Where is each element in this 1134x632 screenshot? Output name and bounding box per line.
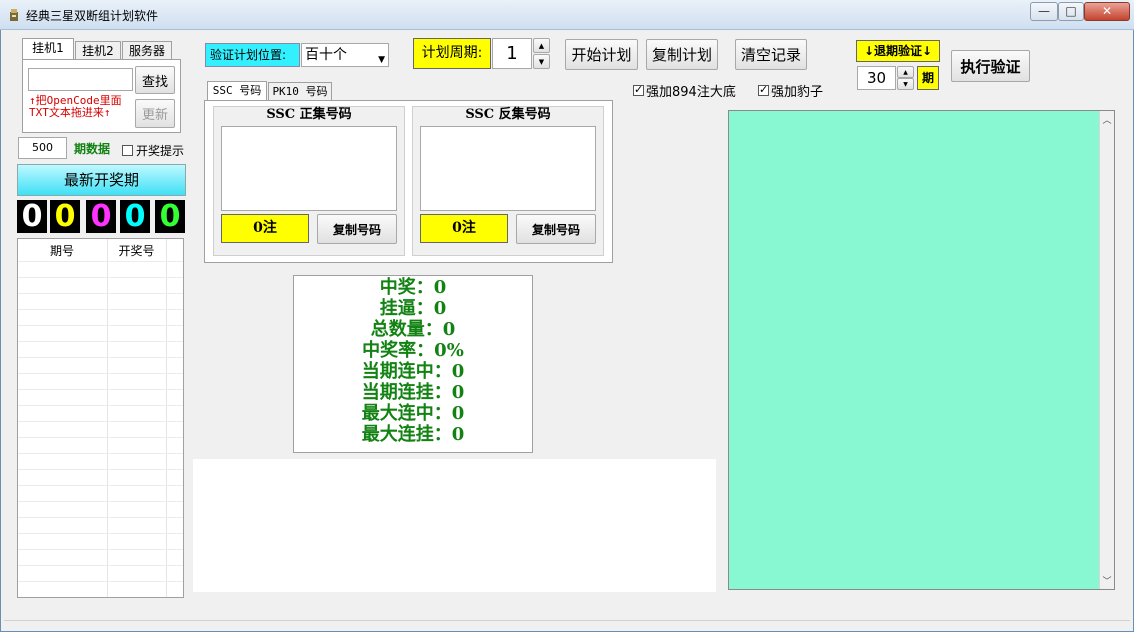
col-header-period[interactable]: 期号 [17, 240, 107, 262]
tab-hook2[interactable]: 挂机2 [75, 41, 121, 60]
result-area[interactable] [728, 110, 1115, 590]
position-label: 验证计划位置: [205, 43, 300, 67]
positive-count: 0注 [221, 214, 309, 243]
stat-win-rate: 中奖率：0% [362, 340, 464, 361]
plan-cycle-input[interactable]: 1 [492, 38, 532, 69]
draw-alert-box[interactable] [122, 145, 133, 156]
copy-positive-button[interactable]: 复制号码 [317, 214, 397, 244]
scroll-down-icon[interactable]: ﹀ [1100, 574, 1114, 587]
digit-3: 0 [86, 200, 116, 233]
negative-count: 0注 [420, 214, 508, 243]
plan-cycle-label: 计划周期: [413, 38, 491, 69]
tab-server[interactable]: 服务器 [122, 41, 172, 60]
stat-wins: 中奖：0 [379, 277, 447, 298]
app-icon [10, 9, 18, 21]
add-leopard-box[interactable] [758, 83, 769, 96]
minimize-button[interactable]: — [1030, 2, 1058, 21]
negative-numbers-box[interactable] [420, 126, 596, 211]
stat-max-win-streak: 最大连中：0 [361, 403, 465, 424]
digit-2: 0 [50, 200, 80, 233]
negative-group-title: SSC 反集号码 [465, 107, 551, 122]
clear-records-button[interactable]: 清空记录 [735, 39, 807, 70]
add-leopard-checkbox[interactable]: 强加豹子 [758, 81, 823, 100]
position-select[interactable]: 百十个 ▼ [301, 43, 389, 67]
log-area[interactable] [193, 459, 716, 592]
maximize-button[interactable]: □ [1058, 2, 1084, 21]
plan-cycle-up-icon[interactable]: ▲ [533, 38, 550, 53]
search-button[interactable]: 查找 [135, 66, 175, 94]
draw-alert-checkbox[interactable]: 开奖提示 [122, 142, 184, 159]
opencode-input[interactable] [28, 68, 133, 91]
stat-total: 总数量：0 [370, 319, 456, 340]
positive-numbers-box[interactable] [221, 126, 397, 211]
latest-period-button[interactable]: 最新开奖期 [17, 164, 186, 196]
drag-hint-2: TXT文本拖进来↑ [29, 106, 111, 119]
positive-group-title: SSC 正集号码 [266, 107, 352, 122]
copy-plan-button[interactable]: 复制计划 [646, 39, 718, 70]
add-894-box[interactable] [633, 83, 644, 96]
draw-alert-label: 开奖提示 [136, 144, 185, 158]
digit-1: 0 [17, 200, 47, 233]
stat-losses: 挂逼：0 [379, 298, 447, 319]
status-bar-divider [4, 620, 1130, 621]
add-leopard-label: 强加豹子 [771, 85, 824, 100]
title-bar [0, 0, 1134, 30]
period-count-label: 期数据 [74, 142, 111, 156]
history-table[interactable] [17, 238, 184, 598]
close-button[interactable]: ✕ [1084, 2, 1130, 21]
position-value: 百十个 [305, 47, 347, 63]
backtest-unit: 期 [917, 66, 939, 90]
scroll-up-icon[interactable]: ︿ [1100, 113, 1114, 126]
digit-5: 0 [155, 200, 185, 233]
tab-hook1[interactable]: 挂机1 [22, 38, 74, 59]
window-title: 经典三星双断组计划软件 [26, 9, 159, 23]
chevron-down-icon[interactable]: ▼ [378, 49, 385, 71]
stat-max-loss-streak: 最大连挂：0 [361, 424, 465, 445]
stat-current-loss-streak: 当期连挂：0 [361, 382, 465, 403]
digit-4: 0 [120, 200, 150, 233]
result-scrollbar[interactable]: ︿ ﹀ [1099, 111, 1114, 589]
backtest-input[interactable]: 30 [857, 66, 896, 90]
plan-cycle-down-icon[interactable]: ▼ [533, 54, 550, 69]
stat-current-win-streak: 当期连中：0 [361, 361, 465, 382]
tab-pk10[interactable]: PK10 号码 [268, 82, 332, 101]
add-894-checkbox[interactable]: 强加894注大底 [633, 81, 736, 100]
tab-ssc[interactable]: SSC 号码 [207, 81, 267, 101]
add-894-label: 强加894注大底 [646, 85, 736, 100]
period-count-input[interactable]: 500 [18, 137, 67, 159]
update-button[interactable]: 更新 [135, 99, 175, 128]
start-plan-button[interactable]: 开始计划 [565, 39, 638, 70]
backtest-label: ↓退期验证↓ [856, 40, 940, 62]
backtest-up-icon[interactable]: ▲ [897, 66, 914, 78]
backtest-down-icon[interactable]: ▼ [897, 78, 914, 90]
run-backtest-button[interactable]: 执行验证 [951, 50, 1030, 82]
copy-negative-button[interactable]: 复制号码 [516, 214, 596, 244]
col-header-numbers[interactable]: 开奖号 [107, 240, 166, 262]
